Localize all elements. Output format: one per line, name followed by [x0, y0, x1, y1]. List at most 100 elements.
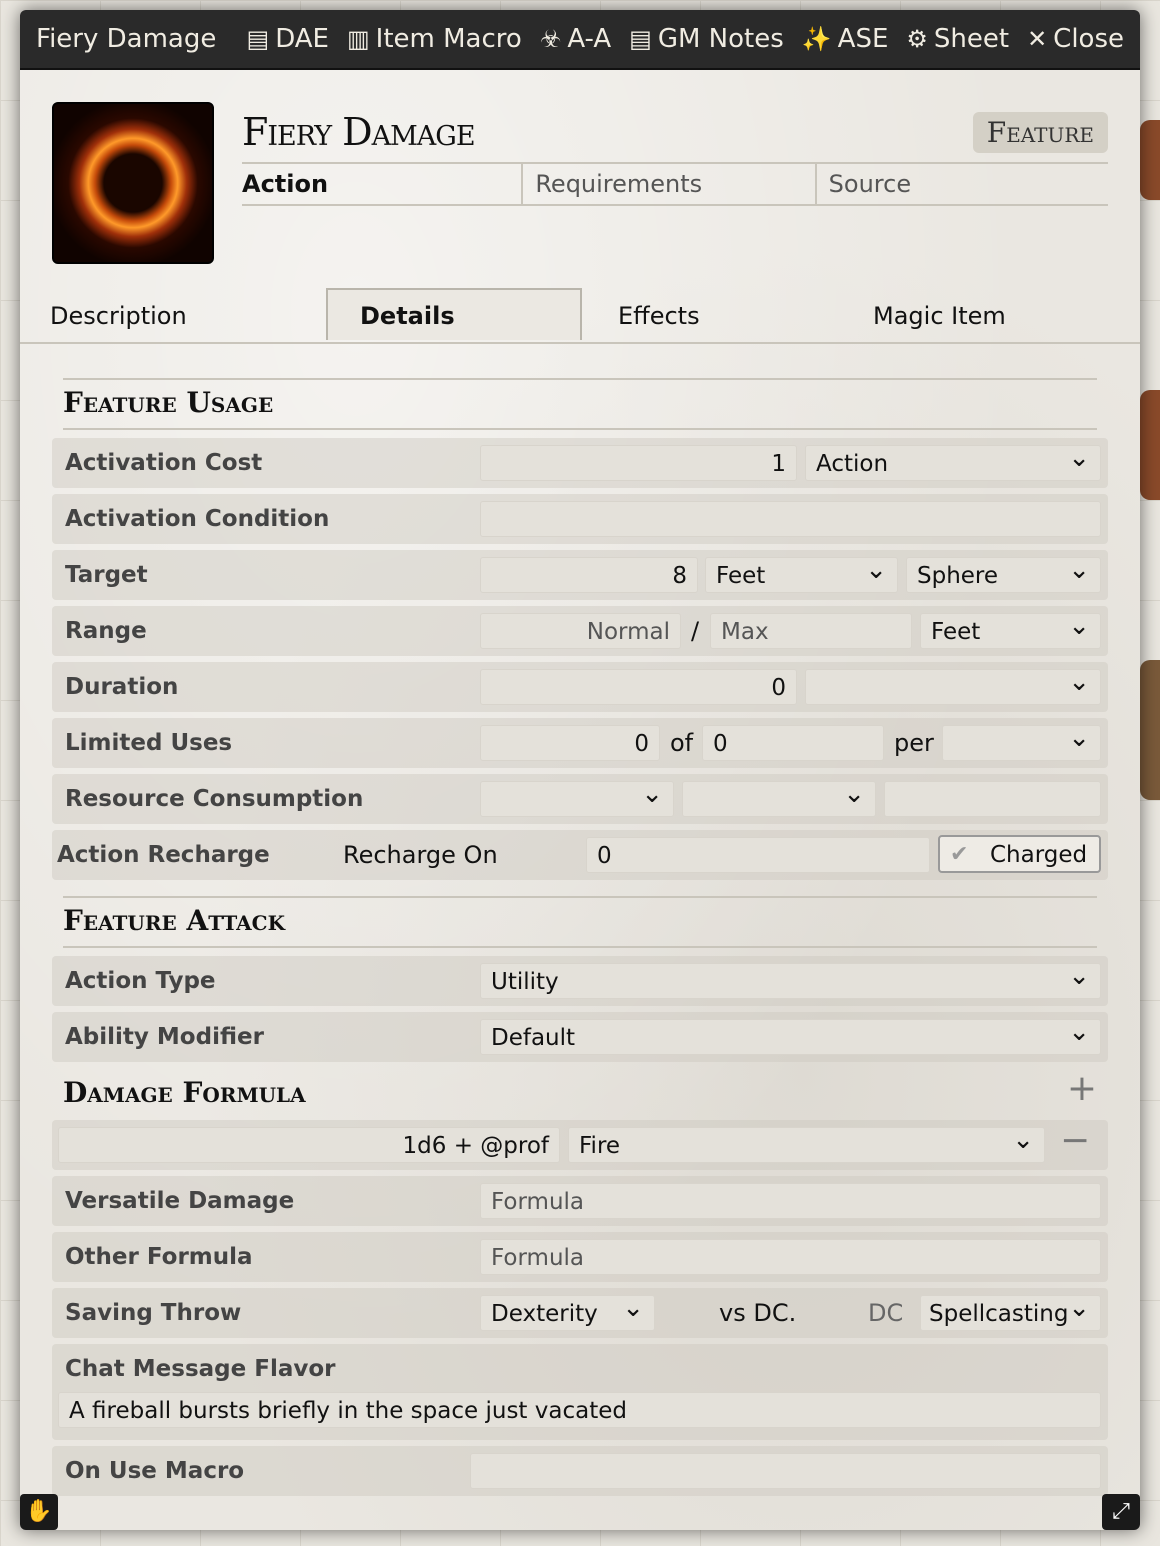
chat-flavor-input[interactable]: A fireball bursts briefly in the space j… — [58, 1392, 1101, 1428]
damage-part-row: 1d6 + @prof Fire − — [52, 1120, 1108, 1170]
close-icon: ✕ — [1027, 25, 1048, 53]
damage-formula-heading: Damage Formula — [63, 1076, 306, 1109]
activation-cost-row: Activation Cost 1 Action — [52, 438, 1108, 488]
add-damage-button[interactable]: + — [1067, 1066, 1097, 1112]
field-label: Duration — [65, 674, 179, 700]
target-row: Target 8 Feet Sphere — [52, 550, 1108, 600]
action-recharge-row: Action Recharge Recharge On 0 ✔ Charged — [52, 830, 1108, 880]
section-heading: Feature Attack — [63, 896, 1097, 948]
dc-placeholder[interactable]: DC — [868, 1288, 903, 1338]
recharge-value-input[interactable]: 0 — [586, 837, 930, 873]
map-token — [1140, 390, 1160, 500]
window-title: Fiery Damage — [36, 24, 217, 54]
range-normal-input[interactable]: Normal — [480, 613, 681, 649]
requirements-field[interactable]: Requirements — [521, 164, 814, 204]
resize-handle-icon[interactable]: ⤢ — [1102, 1494, 1140, 1530]
activation-condition-row: Activation Condition — [52, 494, 1108, 544]
field-label: Other Formula — [65, 1244, 253, 1270]
remove-damage-button[interactable]: − — [1060, 1120, 1090, 1161]
source-field[interactable]: Source — [814, 164, 1108, 204]
close-button[interactable]: ✕ Close — [1027, 24, 1124, 54]
dae-button[interactable]: ▤ DAE — [247, 24, 329, 54]
uses-max-input[interactable]: 0 — [702, 725, 884, 761]
section-heading: Damage Formula + — [63, 1068, 1097, 1118]
field-label: Action Type — [65, 968, 216, 994]
saving-throw-row: Saving Throw Dexterity vs DC. DC Spellca… — [52, 1288, 1108, 1338]
on-use-macro-input[interactable] — [470, 1453, 1101, 1489]
window-header[interactable]: Fiery Damage ▤ DAE ▥ Item Macro ☣ A-A ▤ GM N… — [20, 10, 1140, 70]
range-units-select[interactable]: Feet — [920, 608, 1101, 649]
biohazard-icon: ☣ — [539, 25, 562, 53]
range-max-input[interactable]: Max — [710, 613, 912, 649]
field-label: Target — [65, 562, 148, 588]
charged-checkbox[interactable]: ✔ Charged — [938, 835, 1101, 873]
clipboard-icon: ▤ — [246, 25, 270, 53]
activation-type-select[interactable]: Action — [805, 440, 1101, 481]
tab-magic-item[interactable]: Magic Item — [873, 290, 1013, 342]
damage-type-select[interactable]: Fire — [568, 1122, 1045, 1163]
range-row: Range Normal / Max Feet — [52, 606, 1108, 656]
target-type-select[interactable]: Sphere — [906, 552, 1101, 593]
uses-of-label: of — [670, 729, 694, 757]
map-token — [1140, 120, 1160, 200]
clipboard-icon: ▤ — [629, 25, 652, 53]
charged-label: Charged — [990, 842, 1088, 868]
activation-summary: Action — [242, 170, 329, 198]
save-scaling-select[interactable]: Spellcasting — [920, 1290, 1101, 1331]
on-use-macro-row: On Use Macro — [52, 1446, 1108, 1496]
field-label: Range — [65, 618, 147, 644]
gm-notes-button[interactable]: ▤ GM Notes — [629, 24, 784, 54]
tab-effects[interactable]: Effects — [618, 290, 718, 342]
sheet-button[interactable]: ⚙ Sheet — [906, 24, 1009, 54]
other-formula-row: Other Formula Formula — [52, 1232, 1108, 1282]
item-macro-button[interactable]: ▥ Item Macro — [347, 24, 522, 54]
limited-uses-row: Limited Uses 0 of 0 per — [52, 718, 1108, 768]
versatile-damage-row: Versatile Damage Formula — [52, 1176, 1108, 1226]
ase-button[interactable]: ✨ ASE — [802, 24, 889, 54]
field-label: Saving Throw — [65, 1300, 242, 1326]
hand-icon[interactable]: ✋ — [20, 1494, 58, 1530]
save-ability-select[interactable]: Dexterity — [480, 1290, 655, 1331]
ability-modifier-select[interactable]: Default — [480, 1014, 1101, 1055]
consume-type-select[interactable] — [480, 776, 674, 817]
a-a-button[interactable]: ☣ A-A — [540, 24, 611, 54]
magic-wand-icon: ✨ — [801, 25, 832, 53]
section-heading: Feature Usage — [63, 378, 1097, 430]
details-panel: Feature Usage Activation Cost 1 Action A… — [52, 366, 1108, 1502]
field-label: Resource Consumption — [65, 786, 364, 812]
item-name[interactable]: Fiery Damage — [242, 110, 476, 154]
activation-cost-input[interactable]: 1 — [480, 445, 797, 481]
action-type-row: Action Type Utility — [52, 956, 1108, 1006]
action-type-select[interactable]: Utility — [480, 958, 1101, 999]
field-label: Versatile Damage — [65, 1188, 295, 1214]
field-label: Ability Modifier — [65, 1024, 264, 1050]
field-label: On Use Macro — [65, 1458, 245, 1484]
consume-amount-input[interactable] — [884, 781, 1101, 817]
tab-details[interactable]: Details — [326, 288, 582, 340]
gear-icon: ⚙ — [906, 25, 928, 53]
item-image[interactable] — [52, 102, 214, 264]
target-units-select[interactable]: Feet — [705, 552, 898, 593]
uses-value-input[interactable]: 0 — [480, 725, 660, 761]
ability-modifier-row: Ability Modifier Default — [52, 1012, 1108, 1062]
range-separator: / — [691, 617, 700, 645]
item-header: Fiery Damage Feature Action Requirements… — [20, 70, 1140, 290]
checkmark-icon: ✔ — [950, 842, 969, 867]
target-value-input[interactable]: 8 — [480, 557, 698, 593]
resource-consumption-row: Resource Consumption — [52, 774, 1108, 824]
uses-period-select[interactable] — [942, 720, 1101, 761]
damage-formula-input[interactable]: 1d6 + @prof — [58, 1127, 560, 1163]
tab-description[interactable]: Description — [50, 290, 187, 342]
field-label: Activation Condition — [65, 506, 330, 532]
sheet-tabs: Description Details Effects Magic Item — [20, 288, 1140, 344]
consume-target-select[interactable] — [682, 776, 876, 817]
field-label: Action Recharge — [57, 842, 270, 868]
duration-value-input[interactable]: 0 — [480, 669, 797, 705]
activation-condition-input[interactable] — [480, 501, 1101, 537]
recharge-on-label: Recharge On — [343, 841, 498, 869]
scroll-icon: ▥ — [346, 25, 370, 53]
other-formula-input[interactable]: Formula — [480, 1239, 1101, 1275]
vs-dc-label: vs DC. — [719, 1299, 797, 1327]
versatile-formula-input[interactable]: Formula — [480, 1183, 1101, 1219]
duration-units-select[interactable] — [805, 664, 1101, 705]
